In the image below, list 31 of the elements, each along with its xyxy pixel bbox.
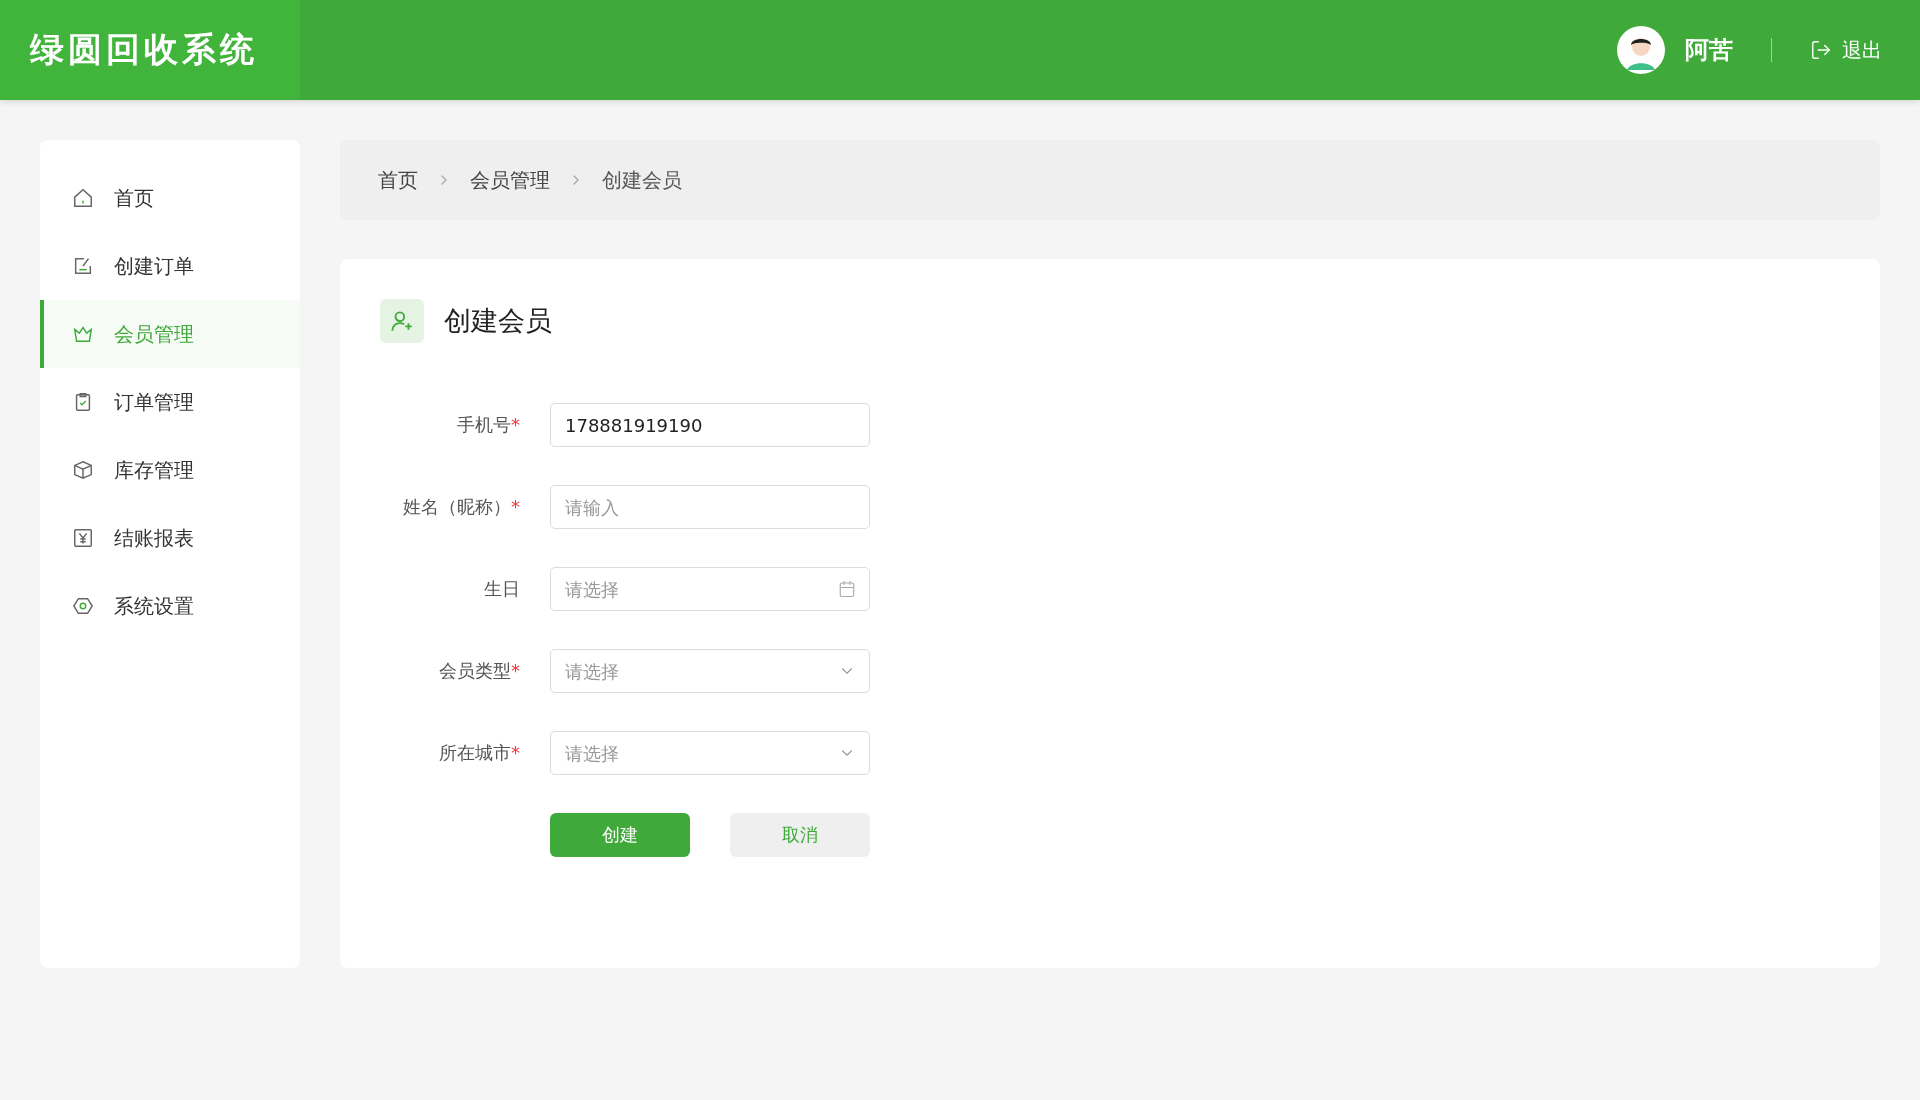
date-field[interactable]: 请选择 (550, 567, 870, 611)
sidebar-item[interactable]: 结账报表 (40, 504, 300, 572)
select-field[interactable]: 请选择 (550, 649, 870, 693)
field-label: 手机号* (456, 413, 521, 437)
avatar-icon (1617, 26, 1665, 74)
home-icon (72, 187, 94, 209)
breadcrumb-link[interactable]: 创建会员 (602, 166, 682, 194)
calendar-icon (838, 580, 856, 598)
logout-icon (1810, 39, 1832, 61)
sidebar-item[interactable]: 订单管理 (40, 368, 300, 436)
breadcrumb-link[interactable]: 会员管理 (470, 166, 550, 194)
box-icon (72, 459, 94, 481)
select-field[interactable]: 请选择 (550, 731, 870, 775)
user-add-icon (380, 299, 424, 343)
field-label: 生日 (483, 577, 521, 601)
yen-icon (72, 527, 94, 549)
app-logo: 绿圆回收系统 (0, 0, 300, 100)
sidebar-item[interactable]: 系统设置 (40, 572, 300, 640)
input-field[interactable]: 请输入 (550, 485, 870, 529)
sidebar-item[interactable]: 首页 (40, 164, 300, 232)
settings-icon (72, 595, 94, 617)
form-title: 创建会员 (444, 304, 552, 338)
breadcrumb-link[interactable]: 首页 (378, 166, 418, 194)
input-field[interactable]: 178881919190 (550, 403, 870, 447)
field-label: 会员类型* (438, 659, 521, 683)
field-label: 姓名（昵称）* (402, 495, 521, 519)
edit-icon (72, 255, 94, 277)
field-label: 所在城市* (438, 741, 521, 765)
sidebar-item[interactable]: 创建订单 (40, 232, 300, 300)
user-name: 阿苦 (1685, 35, 1733, 66)
sidebar-item[interactable]: 库存管理 (40, 436, 300, 504)
